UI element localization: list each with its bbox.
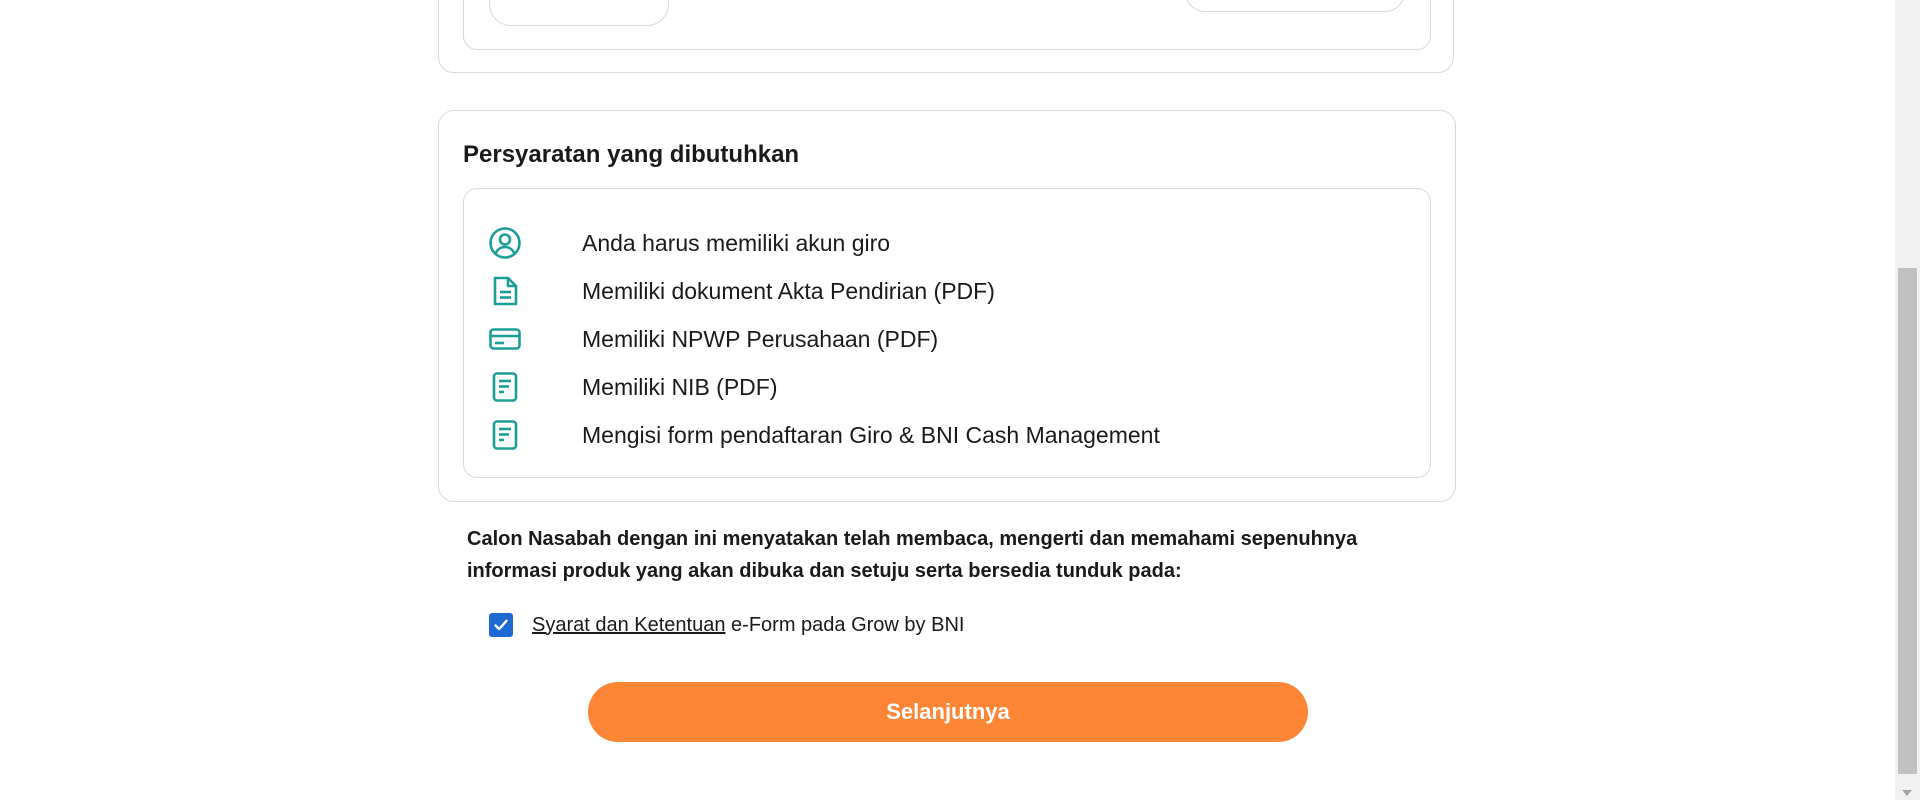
requirement-text: Anda harus memiliki akun giro <box>582 229 891 256</box>
card-icon <box>488 322 522 356</box>
checkmark-icon <box>494 619 508 631</box>
previous-section-left-button[interactable] <box>489 0 669 26</box>
form-icon <box>488 370 522 404</box>
vertical-scrollbar[interactable] <box>1895 0 1920 800</box>
requirement-item: Memiliki NIB (PDF) <box>488 363 1430 411</box>
scroll-down-arrow-icon[interactable] <box>1902 790 1912 796</box>
previous-section-card <box>438 0 1454 73</box>
requirements-title: Persyaratan yang dibutuhkan <box>463 141 800 168</box>
agreement-row: Syarat dan Ketentuan e-Form pada Grow by… <box>489 613 964 637</box>
requirement-text: Mengisi form pendaftaran Giro & BNI Cash… <box>582 421 1160 448</box>
scrollbar-thumb[interactable] <box>1898 268 1917 774</box>
document-icon <box>488 274 522 308</box>
form-icon <box>488 418 522 452</box>
requirements-card: Persyaratan yang dibutuhkan Anda harus m… <box>438 110 1456 502</box>
user-circle-icon <box>488 226 522 260</box>
requirements-list: Anda harus memiliki akun giro Memiliki d… <box>463 188 1431 478</box>
previous-section-inner <box>463 0 1431 50</box>
agreement-suffix: e-Form pada Grow by BNI <box>725 613 965 636</box>
previous-section-right-button[interactable] <box>1185 0 1405 12</box>
requirement-item: Memiliki NPWP Perusahaan (PDF) <box>488 315 1430 363</box>
requirement-item: Memiliki dokument Akta Pendirian (PDF) <box>488 267 1430 315</box>
next-button[interactable]: Selanjutnya <box>588 682 1308 742</box>
requirement-item: Mengisi form pendaftaran Giro & BNI Cash… <box>488 411 1430 459</box>
requirement-text: Memiliki NPWP Perusahaan (PDF) <box>582 325 939 352</box>
agreement-label: Syarat dan Ketentuan e-Form pada Grow by… <box>532 614 964 637</box>
requirement-item: Anda harus memiliki akun giro <box>488 219 1430 267</box>
terms-link[interactable]: Syarat dan Ketentuan <box>532 614 725 636</box>
agreement-checkbox[interactable] <box>489 613 513 637</box>
requirement-text: Memiliki NIB (PDF) <box>582 373 778 400</box>
declaration-text: Calon Nasabah dengan ini menyatakan tela… <box>467 528 1358 582</box>
page: Persyaratan yang dibutuhkan Anda harus m… <box>0 0 1920 800</box>
requirement-text: Memiliki dokument Akta Pendirian (PDF) <box>582 277 995 304</box>
